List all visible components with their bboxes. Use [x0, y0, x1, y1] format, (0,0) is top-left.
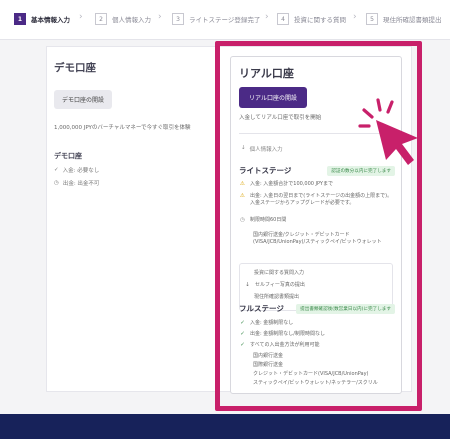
footer-bar	[0, 414, 450, 439]
step-3[interactable]: 3 ライトステージ登録完了	[172, 13, 260, 25]
step-number: 4	[277, 13, 289, 25]
step-label: 個人情報入力	[112, 16, 151, 24]
step-label: ライトステージ登録完了	[189, 16, 261, 24]
demo-feature-item: ◷ 出金: 出金不可	[54, 180, 100, 187]
chevron-right-icon: ›	[265, 12, 269, 22]
chevron-right-icon: ›	[158, 12, 162, 22]
step-label: 現住所確認書類提出	[383, 16, 442, 24]
open-demo-account-button[interactable]: デモ口座の開設	[54, 90, 113, 109]
demo-subtitle: デモ口座	[54, 152, 82, 160]
step-number: 1	[14, 13, 26, 25]
step-2[interactable]: 2 個人情報入力	[95, 13, 151, 25]
highlight-frame	[215, 41, 422, 411]
check-icon: ✓	[54, 167, 59, 173]
step-number: 3	[172, 13, 184, 25]
progress-stepper: 1 基本情報入力 › 2 個人情報入力 › 3 ライトステージ登録完了 › 4 …	[0, 0, 450, 40]
chevron-right-icon: ›	[353, 12, 357, 22]
time-icon: ◷	[54, 180, 59, 186]
step-5[interactable]: 5 現住所確認書類提出	[366, 13, 442, 25]
step-4[interactable]: 4 投資に関する質問	[277, 13, 346, 25]
step-label: 基本情報入力	[31, 16, 70, 24]
step-number: 5	[366, 13, 378, 25]
chevron-right-icon: ›	[79, 12, 83, 22]
demo-feature-item: ✓ 入金: 必要なし	[54, 167, 100, 174]
step-label: 投資に関する質問	[294, 16, 346, 24]
demo-account-section: デモ口座 デモ口座の開設 1,000,000 JPYのバーチャルマネーで今すぐ取…	[54, 60, 214, 187]
step-1[interactable]: 1 基本情報入力	[14, 13, 70, 25]
demo-title: デモ口座	[54, 62, 96, 74]
demo-description: 1,000,000 JPYのバーチャルマネーで今すぐ取引を体験	[54, 125, 191, 131]
pointer-cursor-icon	[358, 98, 418, 165]
step-number: 2	[95, 13, 107, 25]
